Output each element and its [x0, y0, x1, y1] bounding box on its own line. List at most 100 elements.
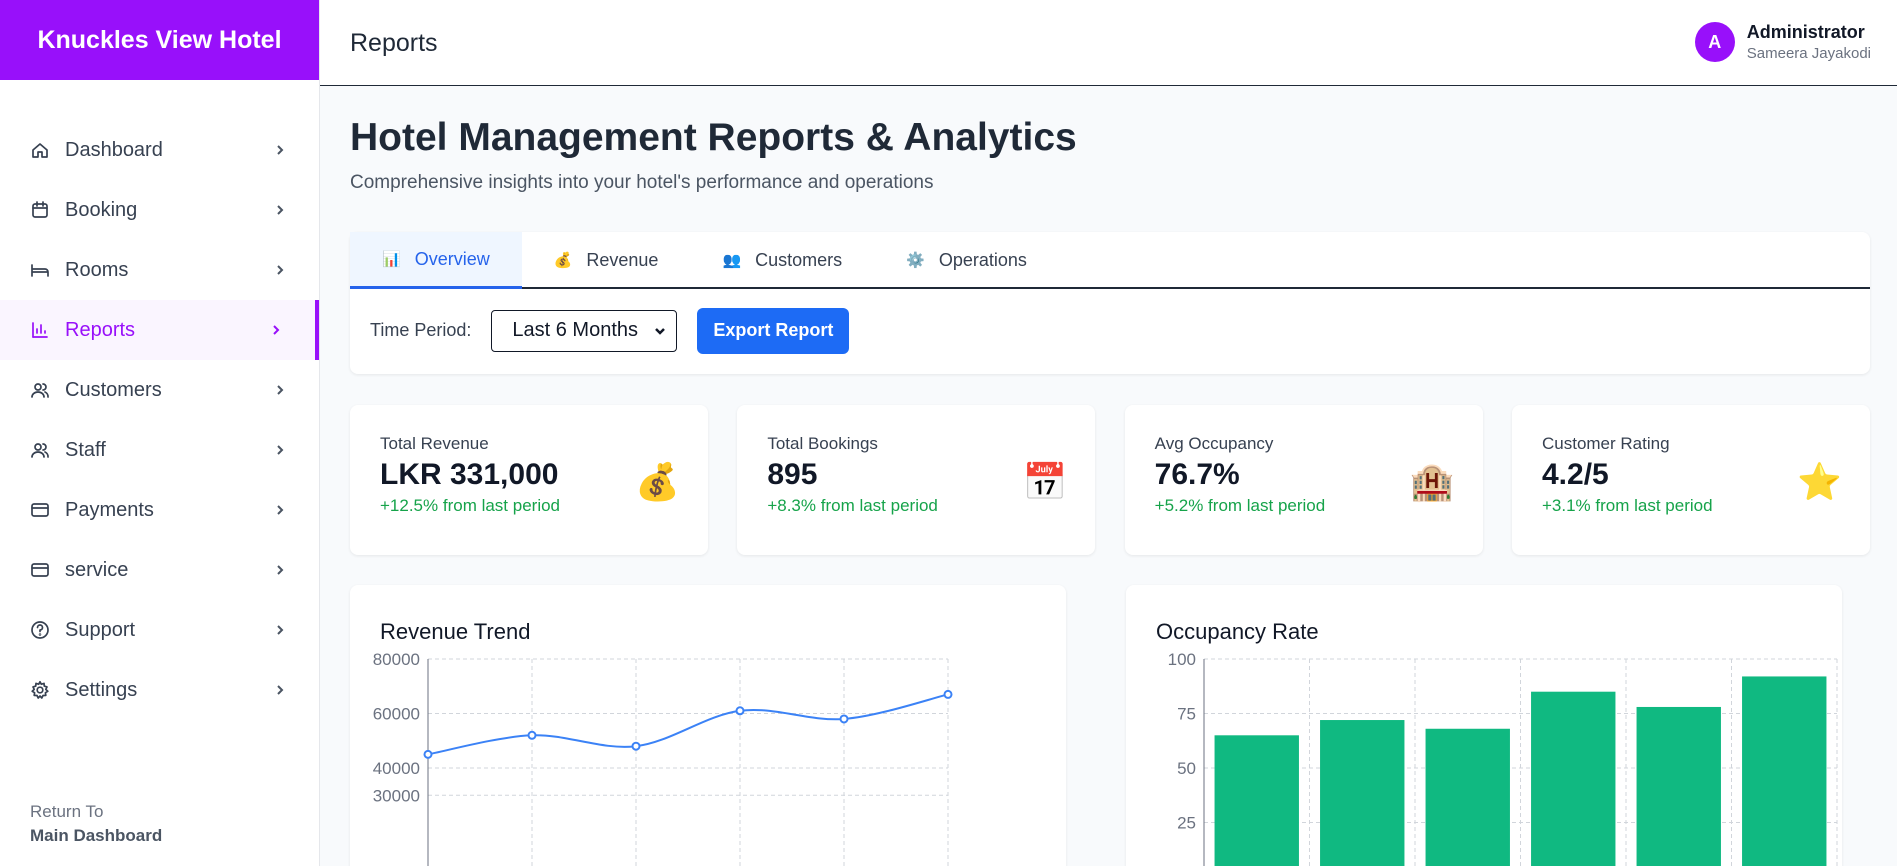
home-icon	[30, 140, 50, 160]
stat-change: +8.3% from last period	[767, 496, 938, 515]
sidebar-item-dashboard[interactable]: Dashboard	[0, 120, 319, 180]
revenue-trend-card: Revenue Trend 30000 40000 60000 80000	[350, 585, 1066, 866]
export-report-button[interactable]: Export Report	[697, 307, 850, 354]
y-tick-label: 75	[1177, 705, 1196, 724]
stat-change: +12.5% from last period	[380, 496, 561, 515]
revenue-data-point[interactable]	[631, 741, 641, 751]
tab-revenue[interactable]: 💰 Revenue	[522, 232, 691, 288]
revenue-data-point[interactable]	[423, 749, 433, 759]
operations-tab-icon: ⚙️	[906, 252, 925, 269]
help-circle-icon	[30, 620, 50, 640]
tab-label: Revenue	[586, 249, 659, 270]
revenue-data-point[interactable]	[839, 714, 849, 724]
occupancy-rate-chart: 25 50 75 100	[1168, 650, 1838, 866]
sidebar-item-label: Settings	[65, 678, 138, 701]
occupancy-bar[interactable]	[1425, 728, 1510, 866]
tab-customers[interactable]: 👥 Customers	[690, 232, 874, 288]
chevron-right-icon	[269, 323, 283, 337]
sidebar-item-service[interactable]: service	[0, 540, 319, 600]
time-period-value: Last 6 Months	[512, 319, 638, 341]
chevron-right-icon	[273, 263, 287, 277]
revenue-data-point[interactable]	[527, 730, 537, 740]
y-tick-label: 30000	[373, 786, 420, 805]
main-content: Hotel Management Reports & Analytics Com…	[350, 86, 1870, 866]
total-bookings-card: Total Bookings 895 +8.3% from last period 📅	[737, 405, 1096, 555]
sidebar-item-booking[interactable]: Booking	[0, 180, 319, 240]
occupancy-bar[interactable]	[1214, 735, 1299, 866]
revenue-series-line	[427, 693, 949, 756]
chevron-right-icon	[273, 683, 287, 697]
avatar[interactable]: A	[1694, 22, 1735, 62]
chevron-right-icon	[273, 383, 287, 397]
sidebar-item-staff[interactable]: Staff	[0, 420, 319, 480]
chevron-right-icon	[273, 503, 287, 517]
page-subtitle: Comprehensive insights into your hotel's…	[350, 172, 934, 193]
y-tick-label: 25	[1177, 814, 1196, 833]
occupancy-bar[interactable]	[1531, 691, 1616, 866]
report-tabs: 📊 Overview 💰 Revenue 👥 Customers ⚙️ Operations	[350, 232, 1870, 289]
stat-label: Total Bookings	[767, 434, 878, 453]
sidebar-item-reports[interactable]: Reports	[0, 300, 319, 360]
sidebar-item-label: service	[65, 558, 129, 581]
sidebar-nav: Dashboard Booking Rooms Reports Customers Sta…	[0, 120, 319, 720]
gear-icon	[30, 680, 50, 700]
sidebar-item-label: Customers	[65, 378, 162, 401]
credit-card-icon	[30, 500, 50, 520]
total-revenue-card: Total Revenue LKR 331,000 +12.5% from last…	[350, 405, 708, 555]
header-title: Reports	[350, 29, 438, 57]
stat-change: +5.2% from last period	[1154, 496, 1326, 515]
stat-label: Avg Occupancy	[1154, 434, 1274, 453]
sidebar-item-label: Support	[65, 618, 136, 641]
sidebar-item-support[interactable]: Support	[0, 600, 319, 660]
revenue-trend-chart: 30000 40000 60000 80000	[373, 650, 953, 866]
y-tick-label: 60000	[373, 705, 420, 724]
avg-occupancy-card: Avg Occupancy 76.7% +5.2% from last period…	[1124, 405, 1483, 555]
users-icon	[30, 440, 50, 460]
top-header: Reports A Administrator Sameera Jayakodi	[320, 0, 1897, 86]
stat-label: Customer Rating	[1541, 434, 1670, 453]
y-tick-label: 40000	[373, 759, 420, 778]
y-tick-label: 80000	[373, 650, 420, 669]
calendar-icon	[30, 200, 50, 220]
y-tick-label: 50	[1177, 759, 1196, 778]
money-bag-icon: 💰	[635, 461, 680, 502]
sidebar-item-customers[interactable]: Customers	[0, 360, 319, 420]
user-subtitle: Sameera Jayakodi	[1746, 45, 1871, 62]
customer-rating-card: Customer Rating 4.2/5 +3.1% from last peri…	[1511, 405, 1870, 555]
user-menu[interactable]: A Administrator Sameera Jayakodi	[1694, 22, 1871, 62]
occupancy-bar[interactable]	[1742, 676, 1827, 866]
chart-grid	[427, 658, 949, 866]
brand-logo[interactable]: Knuckles View Hotel	[0, 0, 319, 80]
star-icon: ⭐	[1797, 461, 1842, 502]
sidebar-item-label: Reports	[65, 318, 136, 341]
sidebar-item-label: Payments	[65, 498, 154, 521]
chevron-right-icon	[273, 143, 287, 157]
occupancy-bar[interactable]	[1636, 706, 1721, 866]
calendar-icon: 📅	[1022, 461, 1068, 502]
sidebar-item-label: Dashboard	[65, 138, 163, 161]
stats-row: Total Revenue LKR 331,000 +12.5% from last…	[350, 405, 1870, 555]
tab-label: Operations	[938, 249, 1027, 270]
tab-label: Customers	[755, 249, 843, 270]
stat-change: +3.1% from last period	[1541, 496, 1713, 515]
sidebar-item-label: Rooms	[65, 258, 129, 281]
sidebar-item-rooms[interactable]: Rooms	[0, 240, 319, 300]
revenue-data-point[interactable]	[943, 689, 953, 699]
tab-operations[interactable]: ⚙️ Operations	[874, 232, 1059, 288]
return-main-dashboard[interactable]: Return To Main Dashboard	[30, 802, 162, 846]
tab-overview[interactable]: 📊 Overview	[350, 232, 522, 289]
credit-card-icon	[30, 560, 50, 580]
occupancy-bar[interactable]	[1320, 720, 1405, 866]
report-controls: Time Period: Last 6 Months Export Report	[350, 289, 1870, 372]
customers-tab-icon: 👥	[722, 252, 742, 269]
bed-icon	[30, 260, 50, 280]
return-link[interactable]: Main Dashboard	[30, 826, 162, 846]
sidebar-item-payments[interactable]: Payments	[0, 480, 319, 540]
revenue-data-point[interactable]	[735, 706, 745, 716]
sidebar-item-settings[interactable]: Settings	[0, 660, 319, 720]
user-name: Administrator	[1746, 22, 1865, 42]
chevron-down-icon	[655, 327, 666, 335]
stat-label: Total Revenue	[380, 434, 489, 453]
time-period-select[interactable]: Last 6 Months	[491, 309, 678, 352]
sidebar: Knuckles View Hotel Dashboard Booking Room…	[0, 0, 320, 866]
